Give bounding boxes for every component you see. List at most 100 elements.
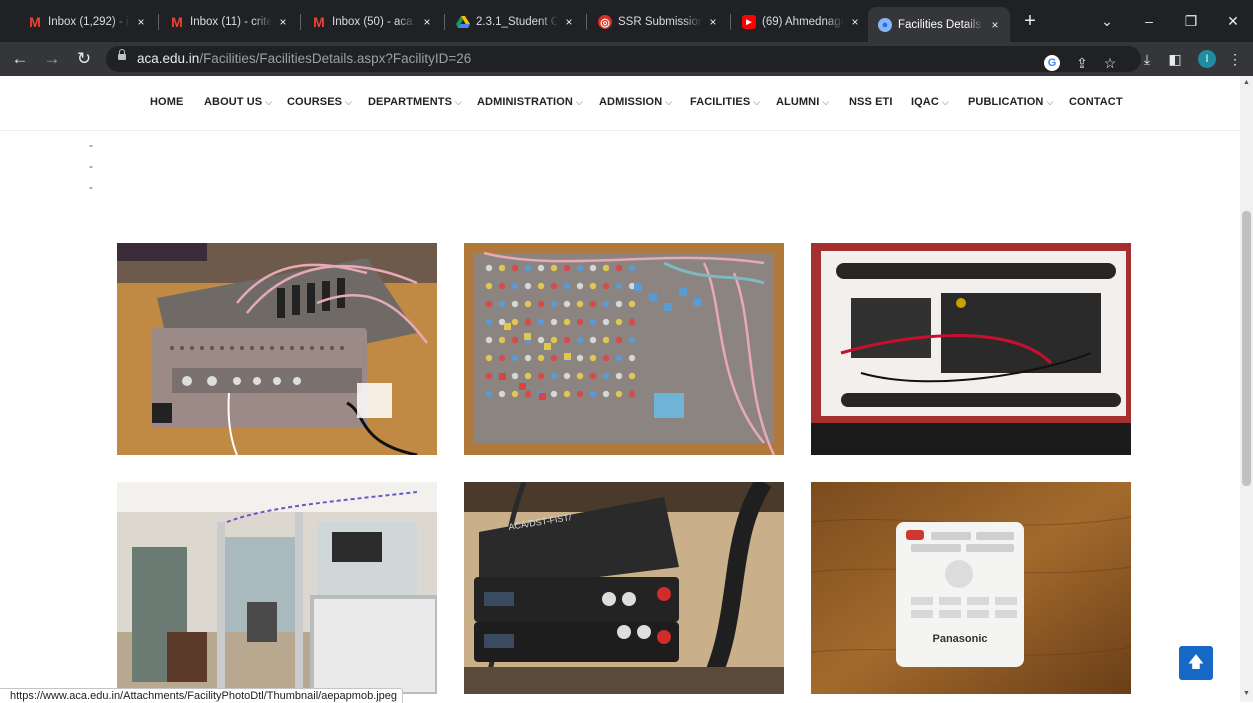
close-icon[interactable]: × (706, 15, 720, 29)
mixer-knob (628, 264, 636, 272)
facility-photo-studio-room[interactable] (117, 482, 437, 694)
mixer-knob (589, 300, 597, 308)
close-icon[interactable]: × (276, 15, 290, 29)
nav-home-label: HOME (150, 96, 184, 108)
mixer-knob (615, 390, 623, 398)
window-close-icon[interactable]: ✕ (1218, 8, 1248, 34)
mixer-knob (537, 336, 545, 344)
link-status-bar: https://www.aca.edu.in/Attachments/Facil… (0, 688, 404, 703)
scroll-up-icon[interactable]: ▲ (1243, 79, 1250, 86)
nav-alumni[interactable]: ALUMNI ⌵ (776, 96, 829, 108)
mixer-knob (602, 318, 610, 326)
tab-inbox-1[interactable]: M Inbox (1,292) - ic × (18, 7, 156, 37)
mixer-knob (563, 264, 571, 272)
gmail-icon: M (171, 14, 183, 30)
mixer-knob (485, 300, 493, 308)
reload-icon[interactable]: ↻ (72, 47, 96, 71)
forward-icon[interactable]: → (40, 47, 64, 71)
mixer-knob (563, 300, 571, 308)
nav-contact[interactable]: CONTACT (1069, 96, 1123, 108)
tab-title: Inbox (11) - crite (190, 16, 272, 28)
close-icon[interactable]: × (562, 15, 576, 29)
nav-departments[interactable]: DEPARTMENTS ⌵ (368, 96, 462, 108)
close-icon[interactable]: × (988, 18, 1002, 32)
nav-home[interactable]: HOME (150, 96, 183, 108)
bookmark-star-icon[interactable]: ☆ (1099, 51, 1121, 75)
nav-admission[interactable]: ADMISSION ⌵ (599, 96, 672, 108)
nav-courses[interactable]: COURSES ⌵ (287, 96, 352, 108)
back-icon[interactable]: ← (8, 47, 32, 71)
tab-inbox-3[interactable]: M Inbox (50) - aca.e × (302, 7, 442, 37)
nav-nss-label: NSS ETI (849, 96, 893, 108)
site-navigation: HOME ABOUT US ⌵ COURSES ⌵ DEPARTMENTS ⌵ ADM… (0, 76, 1240, 131)
tab-divider (158, 14, 159, 30)
mixer-knob (524, 390, 532, 398)
nav-administration[interactable]: ADMINISTRATION ⌵ (477, 96, 583, 108)
mixer-knob (563, 282, 571, 290)
google-lens-icon[interactable]: G (1044, 55, 1060, 71)
mixer-knob (511, 354, 519, 362)
mixer-knob (576, 354, 584, 362)
new-tab-button[interactable]: + (1018, 10, 1042, 34)
mixer-knob (498, 336, 506, 344)
mixer-knob (615, 264, 623, 272)
close-icon[interactable]: × (848, 15, 862, 29)
tab-title: SSR Submission (618, 16, 702, 28)
tab-drive[interactable]: 2.3.1_Student Ce × (446, 7, 584, 37)
restore-icon[interactable]: ❐ (1176, 8, 1206, 34)
close-icon[interactable]: × (420, 15, 434, 29)
mixer-knob (511, 318, 519, 326)
mixer-knob (498, 282, 506, 290)
back-to-top-button[interactable]: 🡅 (1179, 646, 1213, 680)
tab-search-icon[interactable]: ⌄ (1092, 8, 1122, 34)
profile-avatar[interactable]: I (1198, 50, 1216, 68)
minimize-icon[interactable]: – (1134, 8, 1164, 34)
scrollbar-thumb[interactable] (1242, 211, 1251, 486)
mixer-knob (615, 300, 623, 308)
menu-kebab-icon[interactable]: ⋮ (1224, 47, 1246, 71)
nav-about-us[interactable]: ABOUT US ⌵ (204, 96, 272, 108)
mixer-knob (524, 354, 532, 362)
mixer-knob (485, 264, 493, 272)
mixer-knob (537, 354, 545, 362)
scroll-down-icon[interactable]: ▼ (1243, 690, 1250, 697)
facility-photo-mixer-cables[interactable] (117, 243, 437, 455)
google-drive-icon (456, 15, 470, 29)
downloads-icon[interactable]: ⤓ (1136, 47, 1158, 71)
nav-iqac[interactable]: IQAC ⌵ (911, 96, 949, 108)
side-panel-icon[interactable]: ◧ (1164, 47, 1186, 71)
mixer-knob (576, 372, 584, 380)
mixer-knob (563, 372, 571, 380)
mixer-knob (485, 336, 493, 344)
nav-nss-eti[interactable]: NSS ETI (849, 96, 893, 108)
list-item: - (89, 138, 93, 152)
tab-ssr[interactable]: ◎ SSR Submission × (588, 7, 728, 37)
close-icon[interactable]: × (134, 15, 148, 29)
tab-title: Inbox (50) - aca.e (332, 16, 416, 28)
nav-facilities[interactable]: FACILITIES ⌵ (690, 96, 760, 108)
facility-photo-mic-case[interactable] (811, 243, 1131, 455)
mixer-knob (563, 318, 571, 326)
facility-photo-wireless-receivers[interactable]: ACA/DST-FIST/ (464, 482, 784, 694)
nav-publication[interactable]: PUBLICATION ⌵ (968, 96, 1053, 108)
mixer-knob (602, 282, 610, 290)
mixer-knob (524, 300, 532, 308)
address-bar[interactable]: aca.edu.in/Facilities/FacilitiesDetails.… (106, 46, 1141, 72)
share-icon[interactable]: ⇪ (1071, 51, 1093, 75)
tab-facilities-details[interactable]: ● Facilities Details × (868, 7, 1010, 42)
tab-youtube[interactable]: ▶ (69) Ahmednagar × (732, 7, 870, 37)
nav-about-label: ABOUT US (204, 96, 263, 108)
remote-brand: Panasonic (932, 633, 987, 645)
url-text: aca.edu.in/Facilities/FacilitiesDetails.… (137, 51, 471, 66)
mixer-knob (628, 372, 636, 380)
mixer-knob (550, 372, 558, 380)
nav-facilities-label: FACILITIES (690, 96, 751, 108)
youtube-icon: ▶ (742, 15, 756, 29)
mixer-knob (602, 336, 610, 344)
mixer-knob (537, 282, 545, 290)
browser-tab-strip: M Inbox (1,292) - ic × M Inbox (11) - cr… (0, 0, 1253, 42)
page-scrollbar[interactable]: ▲ ▼ (1240, 76, 1253, 702)
facility-photo-projector-remote[interactable]: Panasonic (811, 482, 1131, 694)
facility-photo-mixer-top[interactable] (464, 243, 784, 455)
tab-inbox-2[interactable]: M Inbox (11) - crite × (160, 7, 298, 37)
